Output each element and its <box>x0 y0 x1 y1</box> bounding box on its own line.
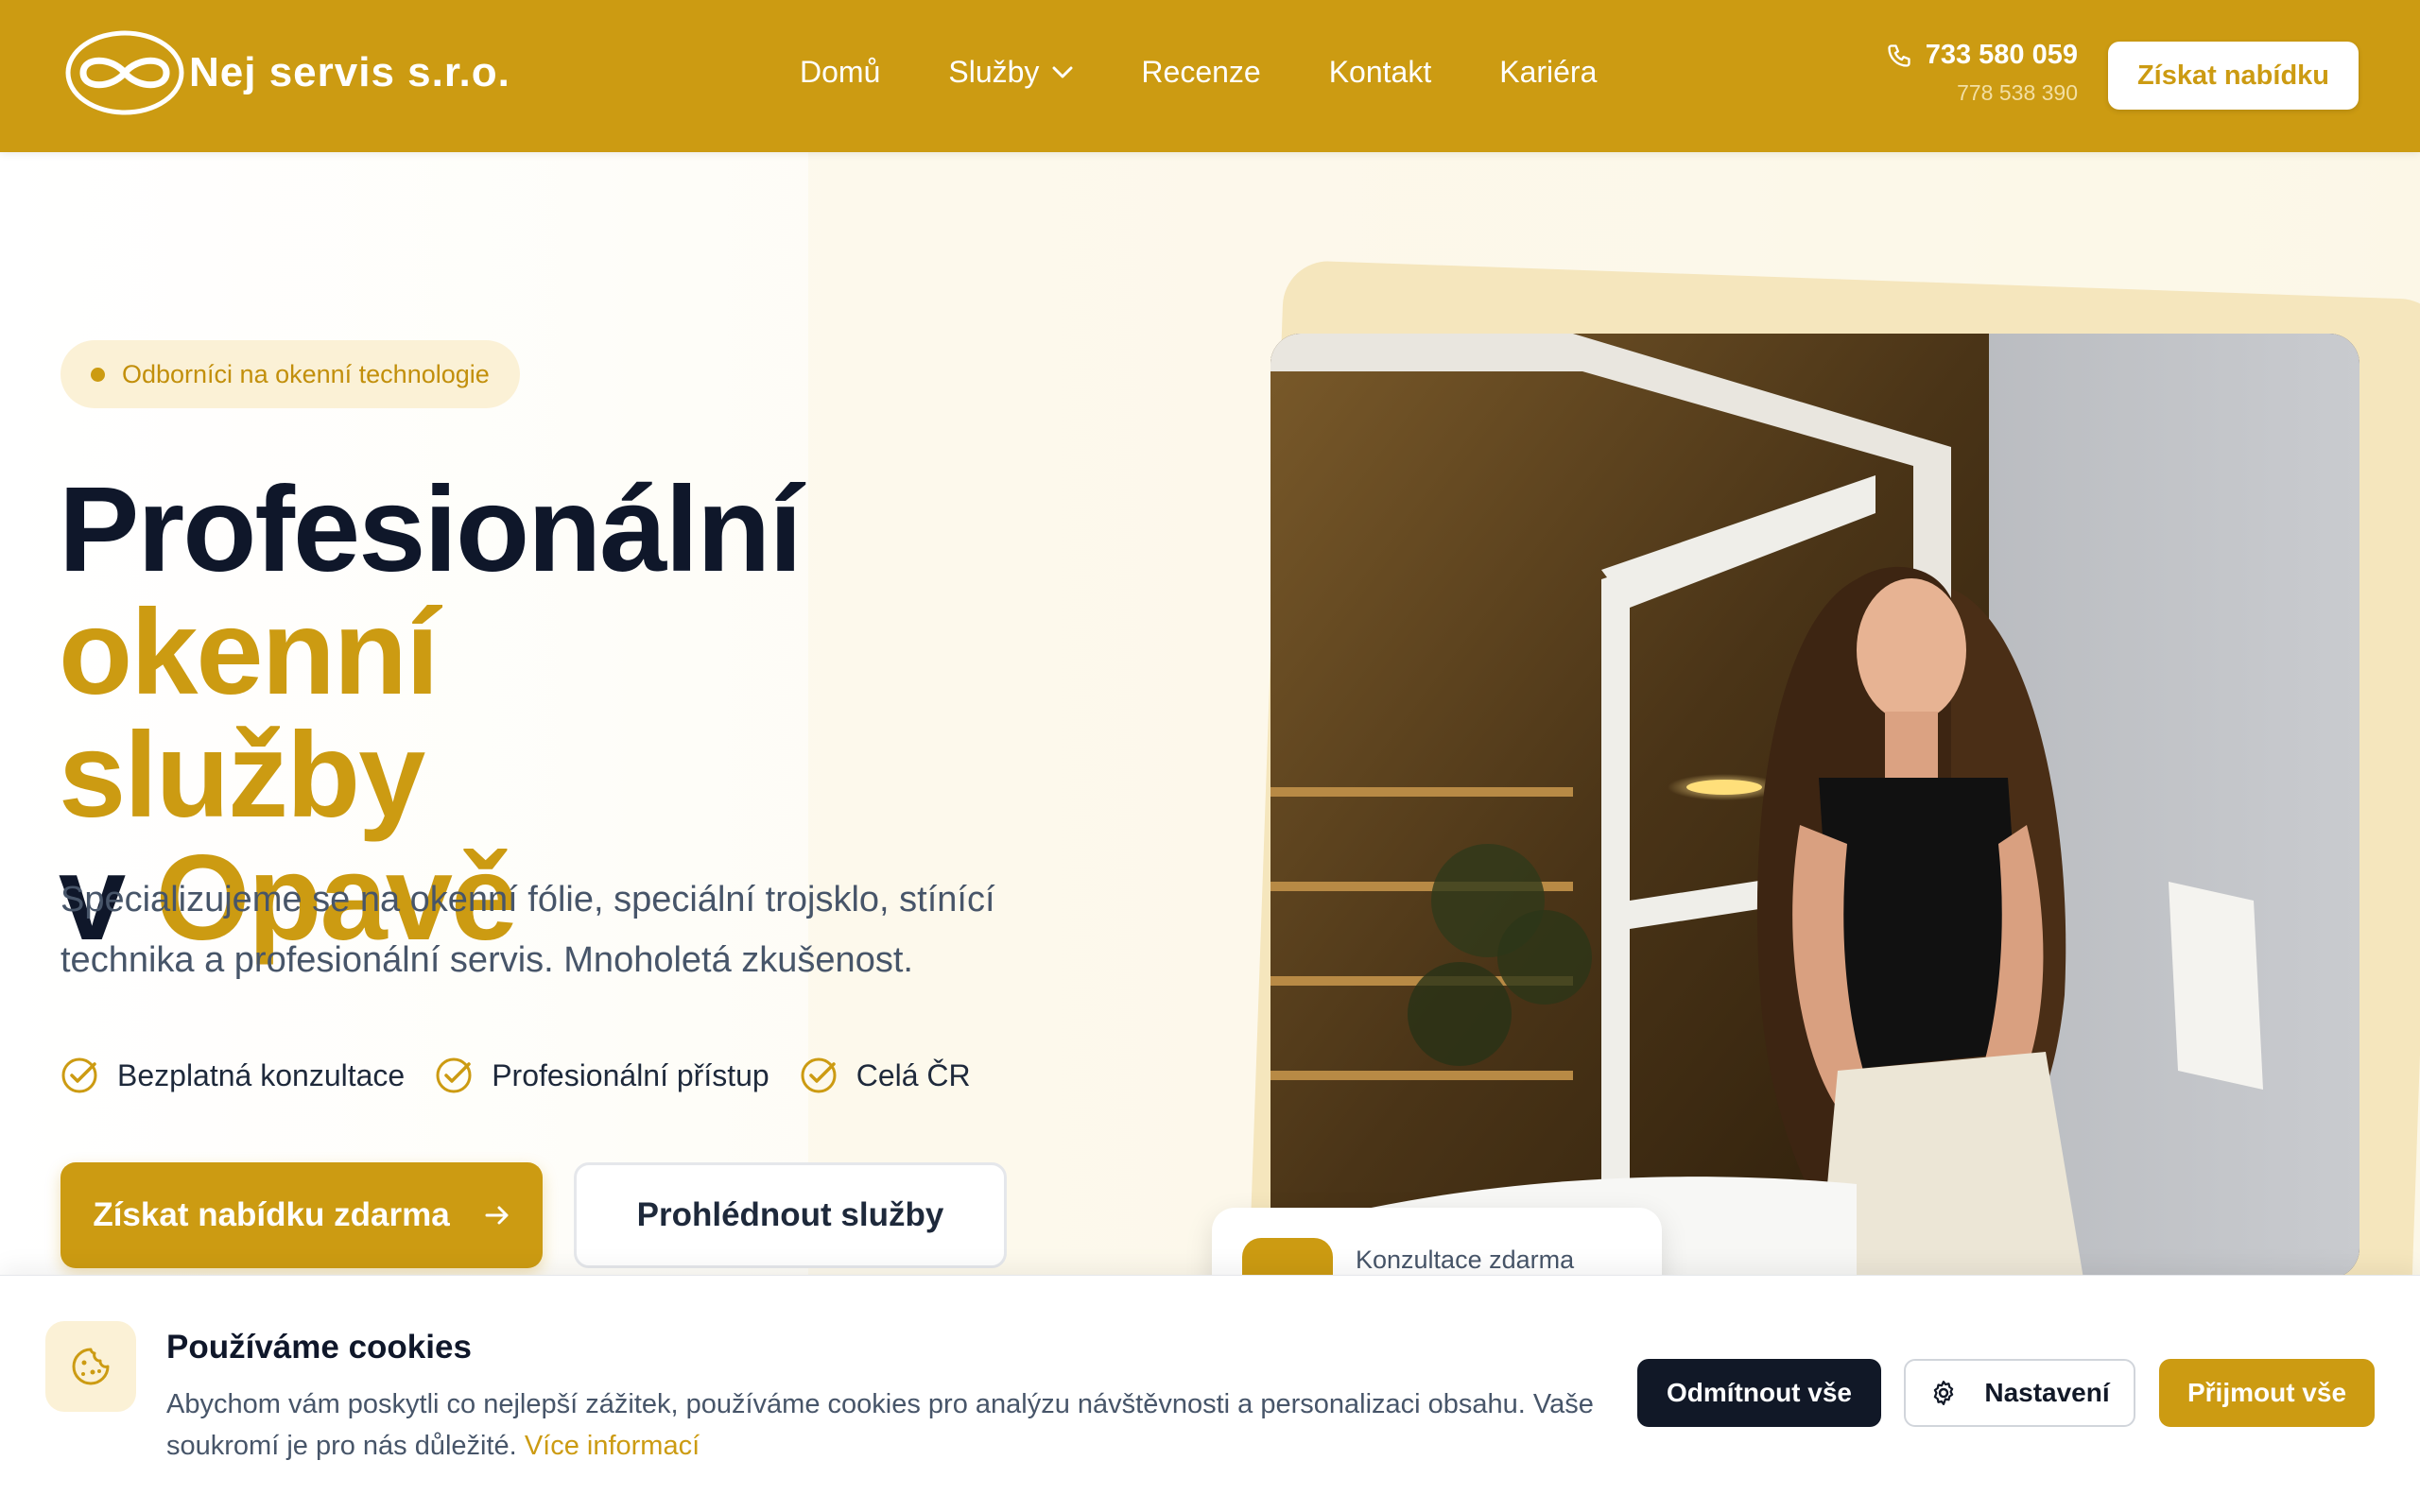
view-services-button[interactable]: Prohlédnout služby <box>574 1162 1007 1268</box>
check-circle-icon <box>61 1057 97 1093</box>
phone-secondary[interactable]: 778 538 390 <box>1886 80 2078 106</box>
cookie-settings-label: Nastavení <box>1984 1378 2110 1407</box>
badge-dot-icon <box>91 367 105 382</box>
phone-main-link[interactable]: 733 580 059 <box>1886 40 2078 71</box>
check-circle-icon <box>436 1057 472 1093</box>
reject-all-button[interactable]: Odmítnout vše <box>1637 1359 1881 1427</box>
arrow-right-icon <box>485 1206 509 1225</box>
hero-title-part1: Profesionální <box>59 462 803 597</box>
woman-at-window-photo <box>1270 334 2360 1279</box>
hero-title-part2: okenní <box>59 585 439 720</box>
feature-item: Bezplatná konzultace <box>60 1057 405 1094</box>
cookie-title: Používáme cookies <box>166 1329 472 1366</box>
get-free-offer-button[interactable]: Získat nabídku zdarma <box>60 1162 543 1268</box>
get-offer-button[interactable]: Získat nabídku <box>2108 42 2359 110</box>
check-circle-icon <box>801 1057 837 1093</box>
feature-item: Celá ČR <box>800 1057 971 1094</box>
cookie-icon-container <box>45 1321 136 1412</box>
get-free-offer-label: Získat nabídku zdarma <box>93 1196 450 1233</box>
nav-item-home[interactable]: Domů <box>800 55 880 90</box>
feature-label: Profesionální přístup <box>492 1057 769 1092</box>
hero-photo <box>1270 334 2360 1279</box>
feature-item: Profesionální přístup <box>435 1057 769 1094</box>
phone-block: 733 580 059 778 538 390 <box>1886 40 2078 106</box>
nav-item-reviews[interactable]: Recenze <box>1141 55 1260 90</box>
chevron-down-icon <box>1052 66 1073 77</box>
cookie-settings-button[interactable]: Nastavení <box>1904 1359 2135 1427</box>
nav-item-contact[interactable]: Kontakt <box>1329 55 1432 90</box>
nav-item-career[interactable]: Kariéra <box>1499 55 1597 90</box>
nav-item-services[interactable]: Služby <box>948 55 1073 90</box>
cookie-description: Abychom vám poskytli co nejlepší zážitek… <box>166 1383 1622 1467</box>
cookie-banner: Používáme cookies Abychom vám poskytli c… <box>0 1275 2420 1512</box>
badge-text: Odborníci na okenní technologie <box>122 359 490 388</box>
cookie-text: Abychom vám poskytli co nejlepší zážitek… <box>166 1389 1594 1461</box>
site-header: Nej servis s.r.o. Domů Služby Recenze Ko… <box>0 0 2420 152</box>
gear-icon <box>1934 1381 1954 1405</box>
phone-icon <box>1888 43 1910 67</box>
more-info-link[interactable]: Více informací <box>525 1431 700 1461</box>
hero-title-part3: služby <box>59 708 425 843</box>
phone-main-number: 733 580 059 <box>1925 40 2078 70</box>
hero-features: Bezplatná konzultace Profesionální příst… <box>60 1057 1001 1094</box>
infinity-logo-icon <box>65 30 184 115</box>
accept-all-button[interactable]: Přijmout vše <box>2159 1359 2375 1427</box>
hero-lead: Specializujeme se na okenní fólie, speci… <box>60 880 995 980</box>
nav-item-services-label: Služby <box>948 55 1040 89</box>
logo-text: Nej servis s.r.o. <box>189 49 510 95</box>
logo[interactable]: Nej servis s.r.o. <box>64 30 510 115</box>
feature-label: Bezplatná konzultace <box>117 1057 406 1092</box>
feature-label: Celá ČR <box>856 1057 971 1092</box>
consultation-text: Konzultace zdarma <box>1356 1246 1575 1274</box>
main-nav: Domů Služby Recenze Kontakt Kariéra <box>800 55 1665 90</box>
hero-badge: Odborníci na okenní technologie <box>60 340 520 408</box>
cookie-icon <box>72 1348 110 1385</box>
